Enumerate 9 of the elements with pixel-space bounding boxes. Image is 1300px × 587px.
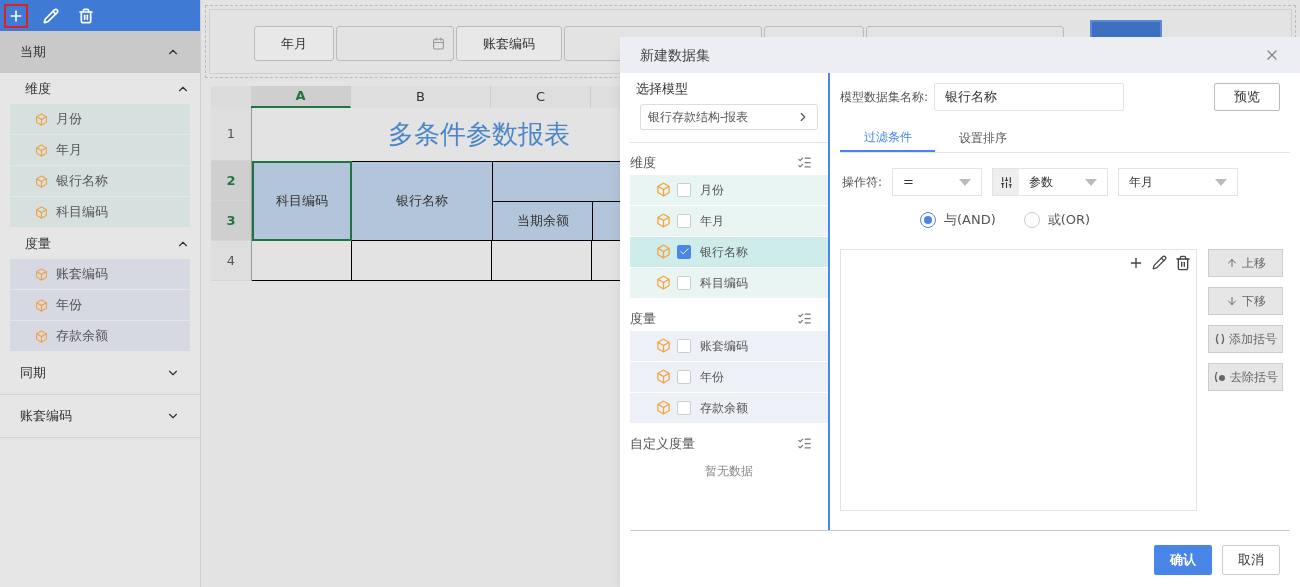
report-title: 多条件参数报表 (387, 118, 571, 151)
field-label: 模型数据集名称: (840, 89, 929, 106)
section-label: 选择模型 (636, 80, 689, 98)
group-title: 自定义度量 (630, 434, 695, 453)
group-title: 维度 (630, 153, 656, 172)
dialog-title: 新建数据集 (640, 45, 710, 65)
field-label: 操作符: (842, 174, 883, 191)
empty-message: 暂无数据 (704, 462, 754, 480)
group-title: 度量 (630, 309, 656, 328)
